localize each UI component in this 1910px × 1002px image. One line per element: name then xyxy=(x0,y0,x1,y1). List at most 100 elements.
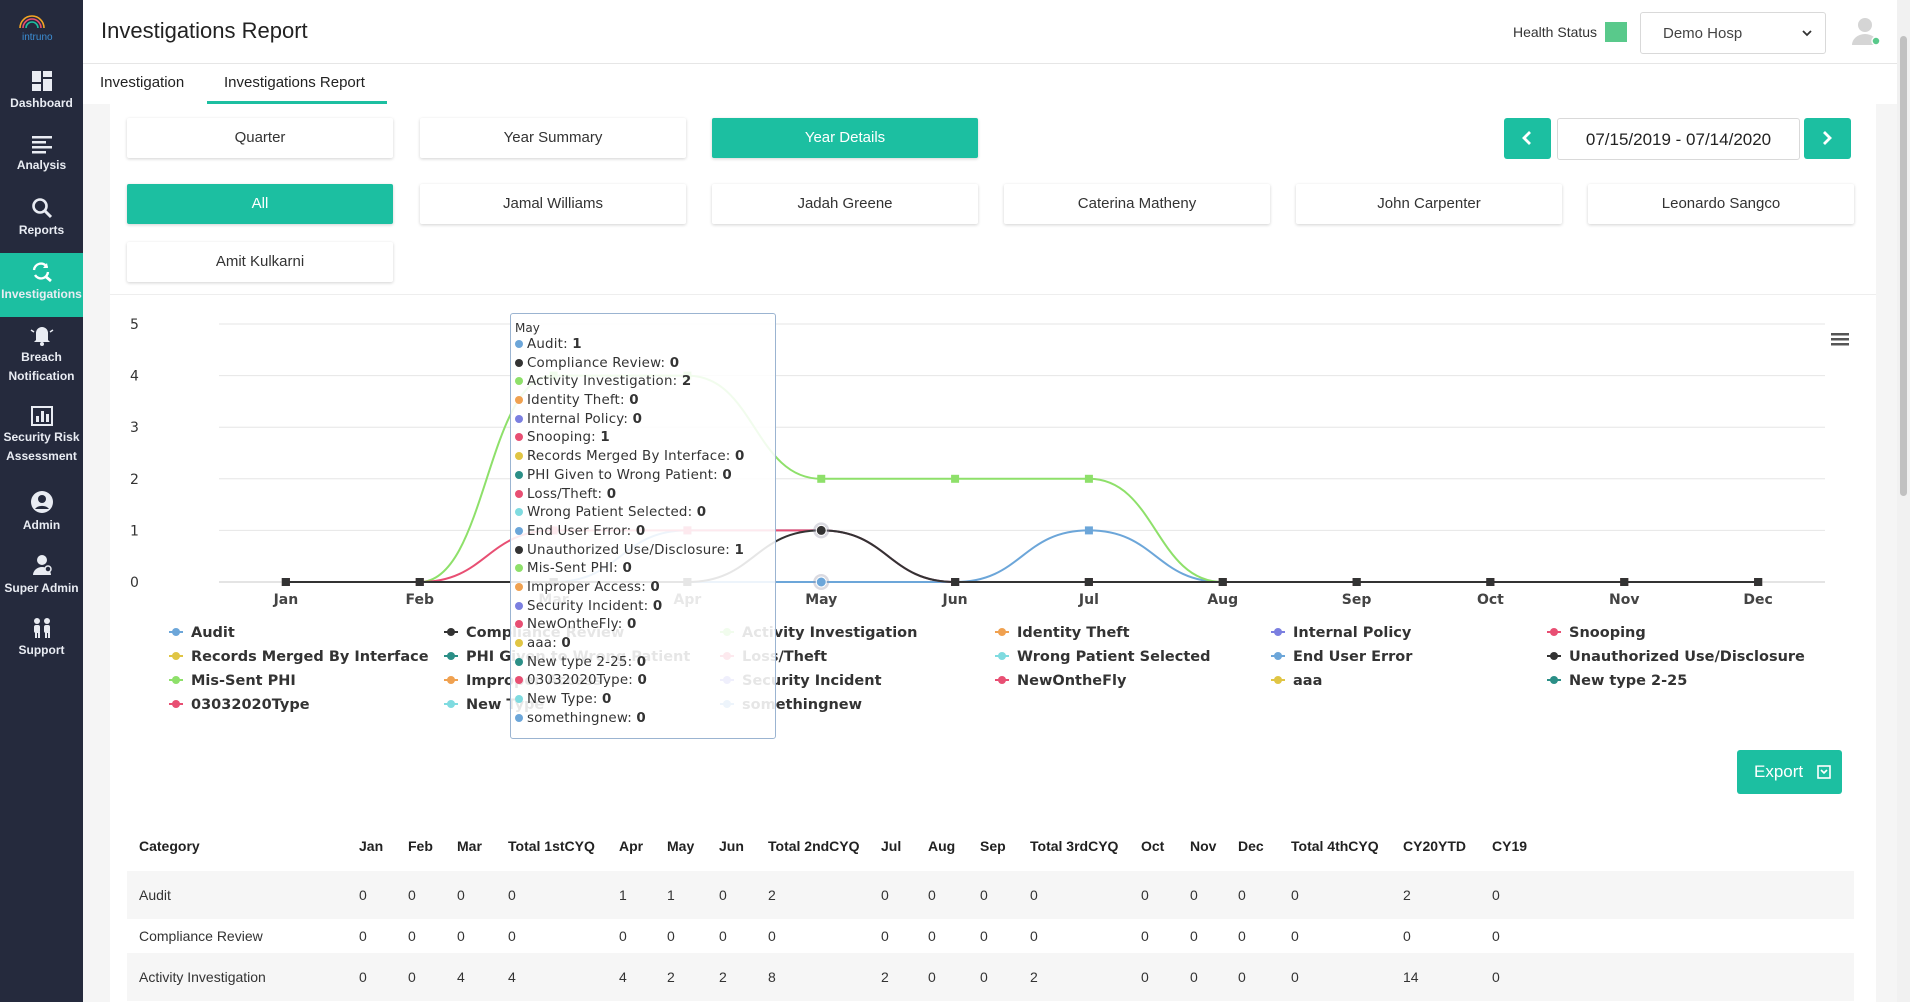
legend-item-wrong-patient-selected[interactable]: Wrong Patient Selected xyxy=(995,649,1210,665)
data-point[interactable] xyxy=(817,474,826,483)
investigation-icon xyxy=(32,262,52,283)
column-header[interactable]: Total 1stCYQ xyxy=(508,822,595,870)
table-cell: 0 xyxy=(1492,969,1500,985)
tooltip-row: Identity Theft: 0 xyxy=(515,392,771,411)
column-header[interactable]: Apr xyxy=(619,822,643,870)
hamburger-menu-icon[interactable] xyxy=(1830,331,1850,347)
legend-item-internal-policy[interactable]: Internal Policy xyxy=(1271,625,1412,641)
series-line-audit[interactable] xyxy=(285,529,1759,584)
legend-item-identity-theft[interactable]: Identity Theft xyxy=(995,625,1130,641)
nav-reports[interactable]: Reports xyxy=(0,197,83,240)
column-header[interactable]: CY19 xyxy=(1492,822,1527,870)
table-cell: 0 xyxy=(408,969,416,985)
year-details-button[interactable]: Year Details xyxy=(712,118,978,158)
legend-item-aaa[interactable]: aaa xyxy=(1271,673,1322,689)
data-point[interactable] xyxy=(951,578,960,586)
filter-jamal-williams[interactable]: Jamal Williams xyxy=(420,184,686,224)
legend-item-mis-sent-phi[interactable]: Mis-Sent PHI xyxy=(169,673,296,689)
year-summary-button[interactable]: Year Summary xyxy=(420,118,686,158)
nav-support[interactable]: Support xyxy=(0,617,83,660)
x-tick-label: Sep xyxy=(1342,592,1372,608)
filter-all[interactable]: All xyxy=(127,184,393,224)
quarter-button[interactable]: Quarter xyxy=(127,118,393,158)
tab-investigation[interactable]: Investigation xyxy=(100,74,184,91)
data-point[interactable] xyxy=(1754,578,1763,586)
chart-tooltip: May Audit: 1 Compliance Review: 0 Activity… xyxy=(510,313,776,739)
series-dot-icon xyxy=(515,545,523,554)
data-point[interactable] xyxy=(1620,578,1629,586)
data-point[interactable] xyxy=(1486,578,1495,586)
intruno-logo[interactable]: intruno xyxy=(8,8,76,44)
nav-security-risk-assessment[interactable]: Security Risk Assessment xyxy=(0,406,83,466)
data-point[interactable] xyxy=(1084,474,1093,483)
data-point[interactable] xyxy=(281,578,290,586)
column-header[interactable]: Jan xyxy=(359,822,383,870)
table-cell: 0 xyxy=(1141,969,1149,985)
tooltip-series-value: 0 xyxy=(635,523,646,539)
next-period-button[interactable] xyxy=(1804,118,1851,159)
data-point[interactable] xyxy=(1352,578,1361,586)
date-range-field[interactable]: 07/15/2019 - 07/14/2020 xyxy=(1557,118,1800,160)
legend-label: Identity Theft xyxy=(1017,625,1130,641)
column-header[interactable]: Dec xyxy=(1238,822,1264,870)
filter-caterina-matheny[interactable]: Caterina Matheny xyxy=(1004,184,1270,224)
column-header[interactable]: Total 4thCYQ xyxy=(1291,822,1379,870)
column-header[interactable]: Sep xyxy=(980,822,1006,870)
user-avatar-icon[interactable] xyxy=(1849,14,1883,48)
nav-investigations[interactable]: Investigations xyxy=(0,253,83,317)
filter-john-carpenter[interactable]: John Carpenter xyxy=(1296,184,1562,224)
column-header[interactable]: Nov xyxy=(1190,822,1216,870)
table-cell: Activity Investigation xyxy=(139,969,266,985)
user-circle-icon xyxy=(30,491,53,513)
column-header[interactable]: May xyxy=(667,822,694,870)
x-tick-label: Aug xyxy=(1207,592,1238,608)
legend-item-new-type-2-25[interactable]: New type 2-25 xyxy=(1547,673,1687,689)
column-header[interactable]: Jun xyxy=(719,822,744,870)
nav-breach-notification[interactable]: Breach Notification xyxy=(0,324,83,386)
column-header[interactable]: Category xyxy=(139,822,200,870)
data-point[interactable] xyxy=(1084,526,1093,535)
series-dot-icon xyxy=(515,526,523,535)
hospital-select[interactable]: Demo Hosp xyxy=(1640,12,1826,54)
data-point[interactable] xyxy=(415,578,424,586)
column-header[interactable]: Jul xyxy=(881,822,901,870)
legend-item-audit[interactable]: Audit xyxy=(169,625,235,641)
x-tick-label: Jul xyxy=(1078,592,1099,608)
previous-period-button[interactable] xyxy=(1504,118,1551,159)
tooltip-series-value: 0 xyxy=(652,598,663,614)
column-header[interactable]: Total 3rdCYQ xyxy=(1030,822,1118,870)
legend-item-end-user-error[interactable]: End User Error xyxy=(1271,649,1413,665)
nav-admin[interactable]: Admin xyxy=(0,490,83,535)
data-point[interactable] xyxy=(951,474,960,483)
legend-item-newonthefly[interactable]: NewOntheFly xyxy=(995,673,1127,689)
data-point[interactable] xyxy=(1084,578,1093,586)
tooltip-series-name: PHI Given to Wrong Patient: xyxy=(527,467,723,483)
nav-dashboard[interactable]: Dashboard xyxy=(0,70,83,113)
table-cell: 8 xyxy=(768,969,776,985)
filter-jadah-greene[interactable]: Jadah Greene xyxy=(712,184,978,224)
scrollbar-thumb[interactable] xyxy=(1900,36,1907,496)
column-header[interactable]: Mar xyxy=(457,822,482,870)
filter-leonardo-sangco[interactable]: Leonardo Sangco xyxy=(1588,184,1854,224)
column-header[interactable]: Total 2ndCYQ xyxy=(768,822,860,870)
legend-item-records-merged-by-interface[interactable]: Records Merged By Interface xyxy=(169,649,429,665)
column-header[interactable]: Oct xyxy=(1141,822,1164,870)
tooltip-series-value: 0 xyxy=(636,654,647,670)
legend-item-03032020type[interactable]: 03032020Type xyxy=(169,697,310,713)
nav-super-admin-label: Super Admin xyxy=(4,581,79,595)
column-header[interactable]: Aug xyxy=(928,822,955,870)
export-button[interactable]: Export xyxy=(1737,750,1842,794)
tab-investigations-report[interactable]: Investigations Report xyxy=(224,74,365,91)
tooltip-series-name: somethingnew: xyxy=(527,710,637,726)
column-header[interactable]: CY20YTD xyxy=(1403,822,1466,870)
data-point[interactable] xyxy=(1218,578,1227,586)
column-header[interactable]: Feb xyxy=(408,822,433,870)
nav-super-admin[interactable]: Super Admin xyxy=(0,553,83,598)
page-scrollbar[interactable] xyxy=(1897,0,1910,1002)
filter-amit-kulkarni[interactable]: Amit Kulkarni xyxy=(127,242,393,282)
legend-item-unauthorized-use-disclosure[interactable]: Unauthorized Use/Disclosure xyxy=(1547,649,1805,665)
chevron-left-icon xyxy=(1522,131,1531,145)
table-cell: 2 xyxy=(881,969,889,985)
legend-item-snooping[interactable]: Snooping xyxy=(1547,625,1646,641)
nav-analysis[interactable]: Analysis xyxy=(0,134,83,175)
